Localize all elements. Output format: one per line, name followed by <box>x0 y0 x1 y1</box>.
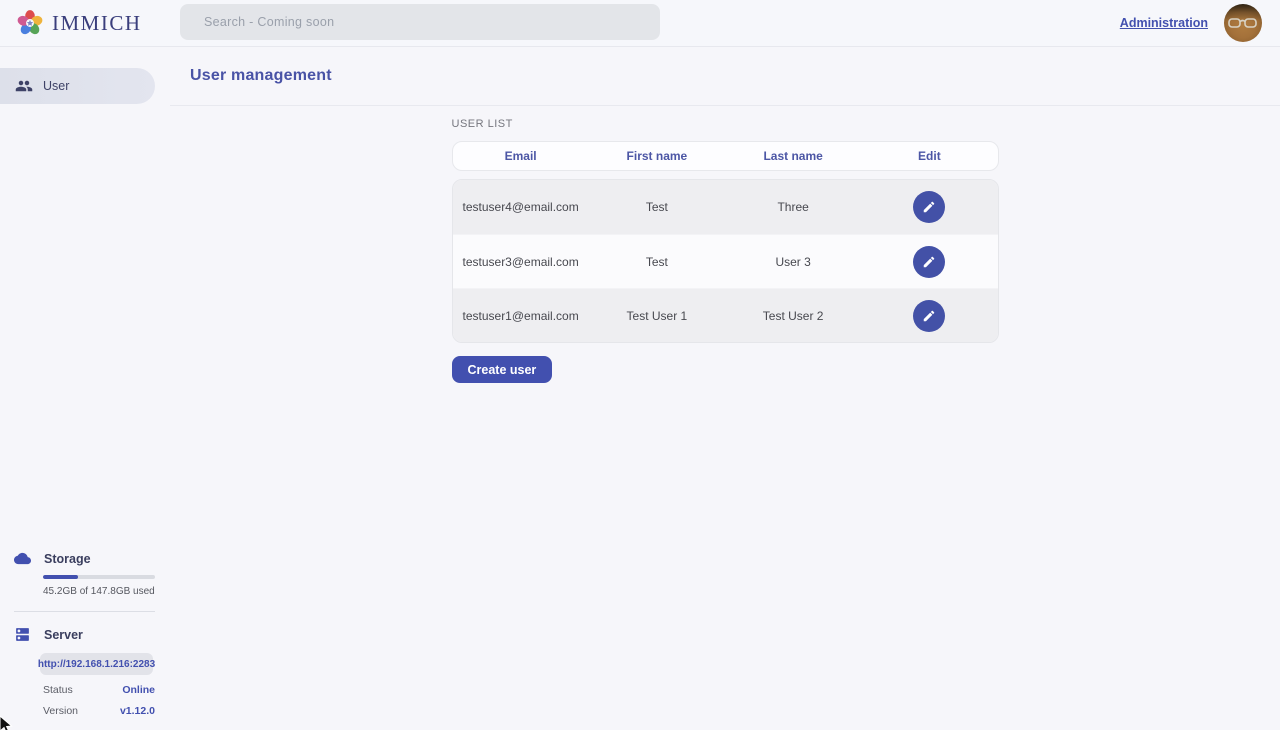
table-row: testuser3@email.com Test User 3 <box>453 234 998 288</box>
user-table-body: testuser4@email.com Test Three <box>452 179 999 343</box>
column-edit: Edit <box>861 149 997 163</box>
table-row: testuser4@email.com Test Three <box>453 180 998 234</box>
status-value: Online <box>122 684 155 696</box>
user-avatar[interactable] <box>1224 4 1262 42</box>
server-status-row: Status Online <box>43 684 155 696</box>
storage-progress-bar <box>43 575 155 579</box>
admin-sidebar: User Storage 45.2GB of 147.8GB used <box>0 47 170 729</box>
cell-last-name: Three <box>725 200 861 214</box>
cell-first-name: Test User 1 <box>589 309 725 323</box>
topbar-actions: Administration <box>1120 4 1280 42</box>
cell-first-name: Test <box>589 200 725 214</box>
immich-logo-icon <box>16 9 44 37</box>
cell-email: testuser4@email.com <box>453 200 589 214</box>
storage-progress-fill <box>43 575 78 579</box>
users-icon <box>15 77 33 95</box>
version-label: Version <box>43 705 78 717</box>
mouse-cursor <box>0 715 17 730</box>
storage-title: Storage <box>44 552 91 566</box>
cloud-icon <box>14 550 31 567</box>
column-first-name: First name <box>589 149 725 163</box>
server-title: Server <box>44 628 83 642</box>
table-row: testuser1@email.com Test User 1 Test Use… <box>453 288 998 342</box>
create-user-button[interactable]: Create user <box>452 356 553 383</box>
pencil-icon <box>922 309 936 323</box>
status-label: Status <box>43 684 73 696</box>
storage-section: Storage <box>0 550 170 567</box>
edit-user-button[interactable] <box>913 191 945 223</box>
version-value: v1.12.0 <box>120 705 155 717</box>
section-label: USER LIST <box>452 118 999 130</box>
server-url: http://192.168.1.216:2283 <box>38 659 155 670</box>
app-title: IMMICH <box>52 11 142 36</box>
sidebar-divider <box>14 611 155 612</box>
pencil-icon <box>922 255 936 269</box>
page-title: User management <box>190 67 332 85</box>
immich-app: IMMICH Administration User <box>0 0 1280 729</box>
pencil-icon <box>922 200 936 214</box>
column-last-name: Last name <box>725 149 861 163</box>
sidebar-item-label: User <box>43 79 69 93</box>
user-list-area: USER LIST Email First name Last name Edi… <box>170 106 1280 383</box>
search-bar[interactable] <box>180 4 660 40</box>
sidebar-footer: Storage 45.2GB of 147.8GB used Server ht… <box>0 550 170 729</box>
server-url-chip: http://192.168.1.216:2283 <box>40 653 153 675</box>
administration-link[interactable]: Administration <box>1120 16 1208 30</box>
main-content: User management USER LIST Email First na… <box>170 47 1280 729</box>
cell-email: testuser3@email.com <box>453 255 589 269</box>
page-header: User management <box>170 47 1280 106</box>
top-bar: IMMICH Administration <box>0 0 1280 47</box>
cell-last-name: User 3 <box>725 255 861 269</box>
sidebar-item-user[interactable]: User <box>0 68 155 104</box>
storage-usage-text: 45.2GB of 147.8GB used <box>43 586 170 597</box>
glasses-icon <box>1228 17 1258 29</box>
server-section: Server <box>0 626 170 643</box>
edit-user-button[interactable] <box>913 246 945 278</box>
user-table-header: Email First name Last name Edit <box>452 141 999 171</box>
search-input[interactable] <box>180 15 660 29</box>
edit-user-button[interactable] <box>913 300 945 332</box>
server-icon <box>14 626 31 643</box>
cell-email: testuser1@email.com <box>453 309 589 323</box>
home-link[interactable]: IMMICH <box>0 9 142 37</box>
column-email: Email <box>453 149 589 163</box>
cell-last-name: Test User 2 <box>725 309 861 323</box>
server-version-row: Version v1.12.0 <box>43 705 155 717</box>
cell-first-name: Test <box>589 255 725 269</box>
